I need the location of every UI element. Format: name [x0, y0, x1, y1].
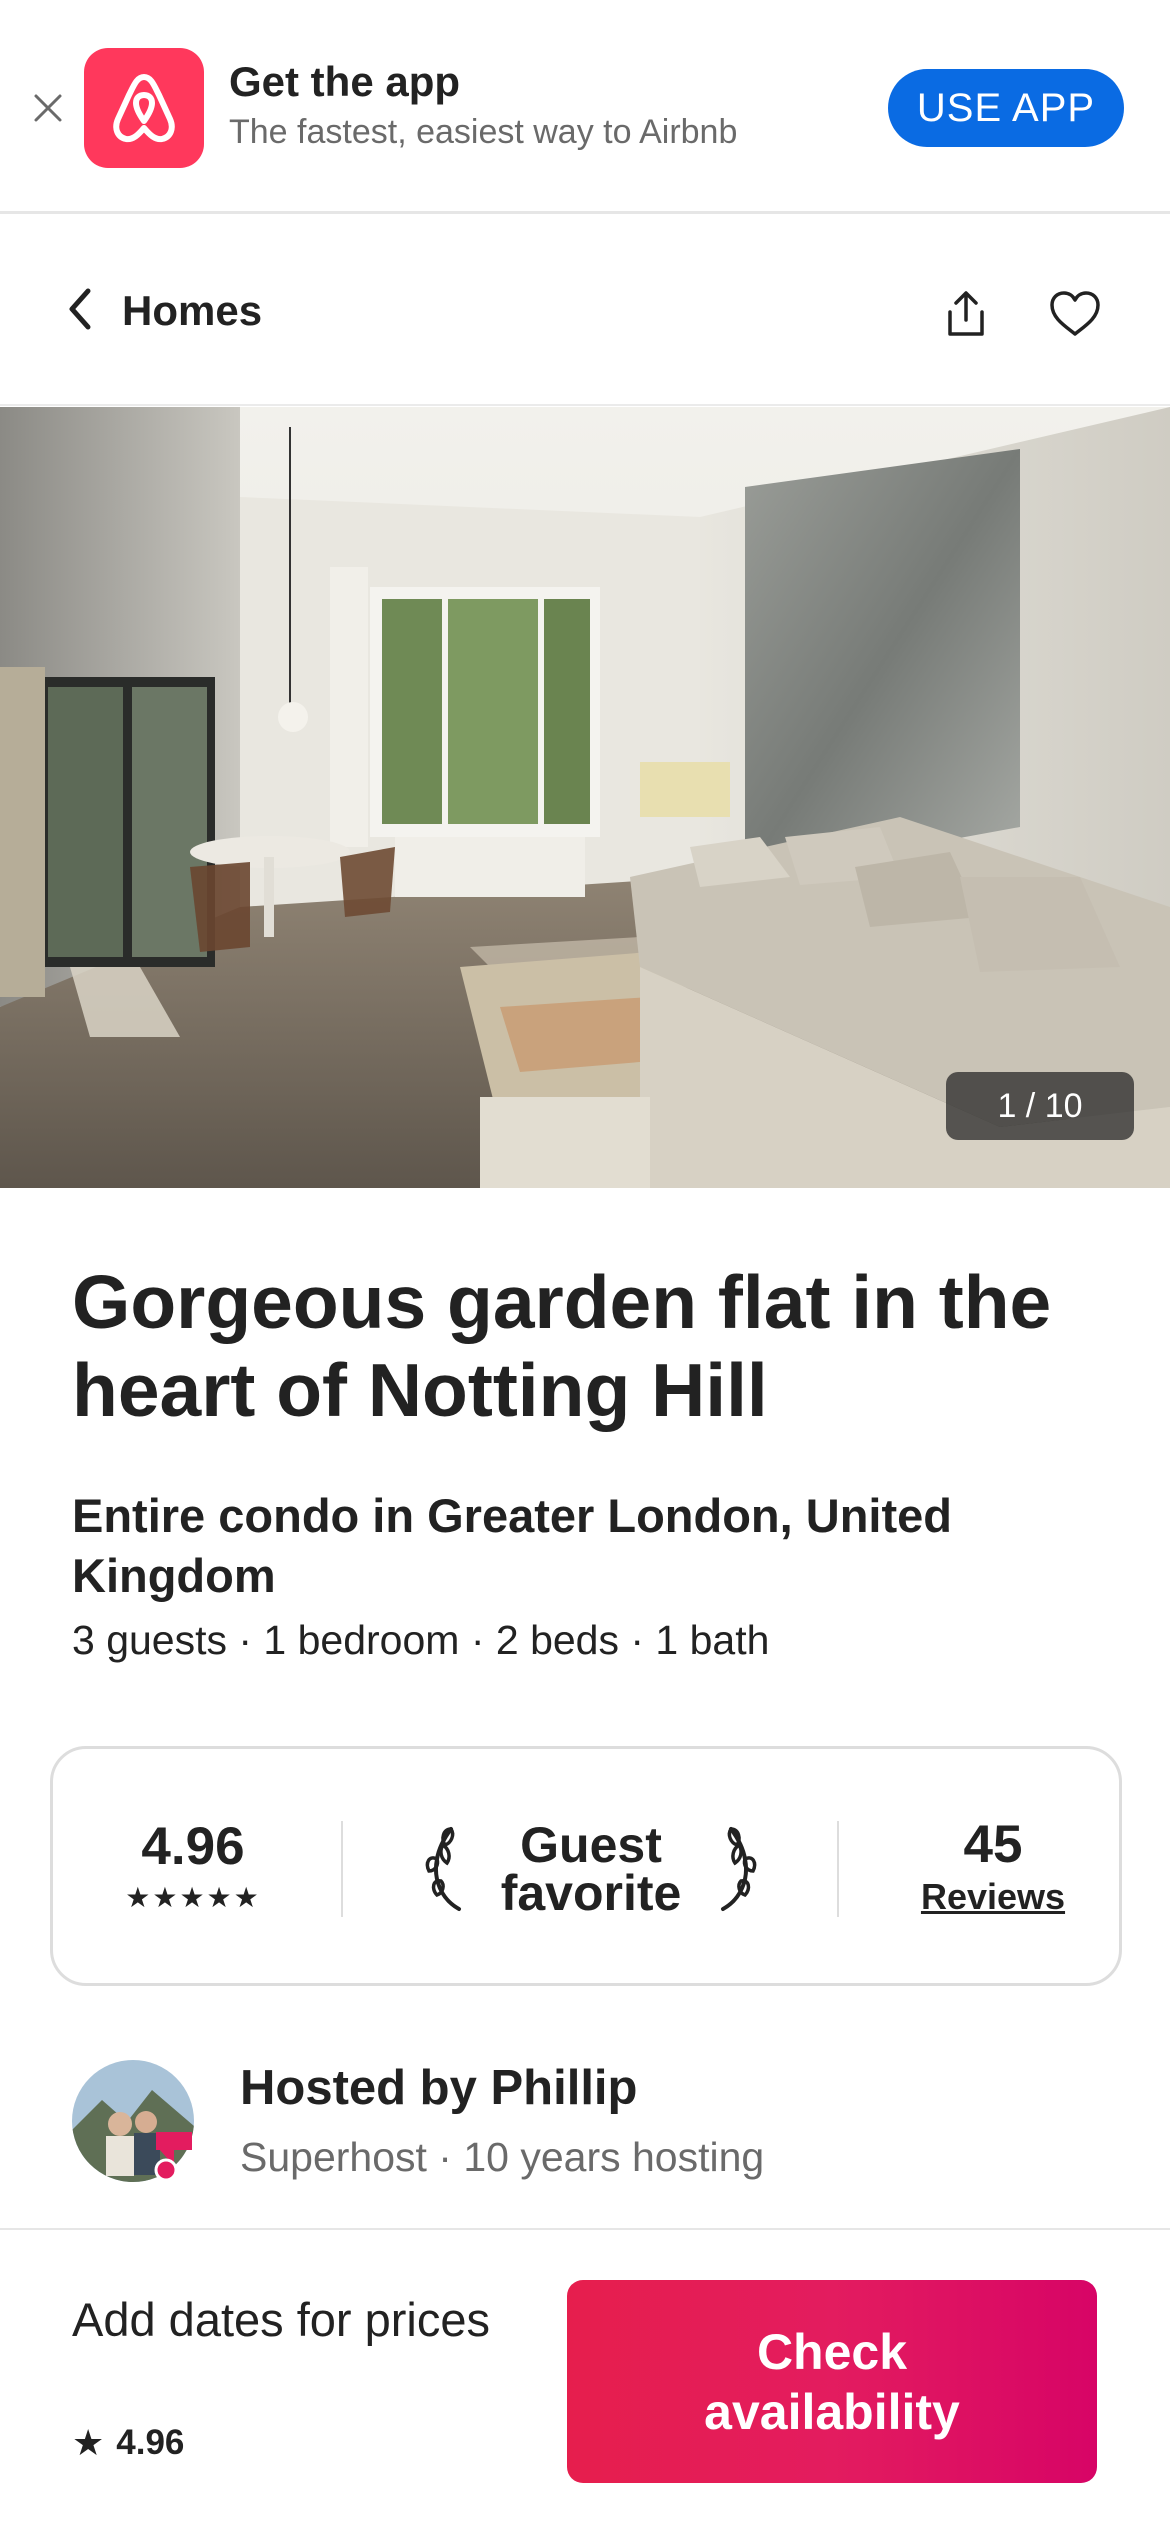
back-label: Homes [122, 287, 263, 334]
app-download-banner: Get the app The fastest, easiest way to … [0, 0, 1170, 214]
reviews-summary[interactable]: 45 Reviews [908, 1815, 1078, 1919]
guest-favorite-label: Guest favorite [500, 1817, 682, 1921]
heart-icon[interactable] [1047, 288, 1103, 340]
footer-rating: ★ 4.96 [72, 2422, 184, 2464]
laurel-left-icon [421, 1819, 473, 1920]
use-app-button[interactable]: USE APP [888, 69, 1124, 147]
photo-counter: 1 / 10 [946, 1072, 1134, 1140]
chevron-left-icon [66, 287, 94, 336]
listing-title: Gorgeous garden flat in the heart of Not… [72, 1260, 1052, 1432]
reviews-count: 45 [963, 1815, 1023, 1874]
listing-type: Entire condo in Greater London, United K… [72, 1489, 952, 1602]
host-name: Hosted by Phillip [240, 2061, 638, 2115]
rating-card[interactable]: 4.96 ★★★★★ Guest favorite 45 Reviews [50, 1746, 1122, 1986]
listing-photo[interactable]: 1 / 10 [0, 407, 1170, 1188]
listing-specs: 3 guests · 1 bedroom · 2 beds · 1 bath [72, 1617, 770, 1663]
rating-summary: 4.96 ★★★★★ [113, 1817, 273, 1913]
banner-subtitle: The fastest, easiest way to Airbnb [229, 113, 738, 151]
guest-favorite-badge: Guest favorite [421, 1809, 761, 1929]
listing-nav-bar: Homes [0, 214, 1170, 406]
close-icon[interactable] [26, 86, 70, 130]
check-availability-label: Check availability [704, 2323, 960, 2440]
check-availability-button[interactable]: Check availability [567, 2280, 1097, 2483]
share-icon[interactable] [940, 288, 992, 340]
host-meta: Superhost · 10 years hosting [240, 2134, 765, 2180]
rating-value: 4.96 [141, 1817, 245, 1876]
divider [341, 1821, 343, 1917]
banner-title: Get the app [229, 58, 461, 105]
divider [837, 1821, 839, 1917]
laurel-right-icon [709, 1819, 761, 1920]
back-button[interactable]: Homes [66, 282, 262, 340]
rating-stars: ★★★★★ [125, 1882, 261, 1913]
star-icon: ★ [72, 2422, 105, 2463]
price-prompt: Add dates for prices [72, 2293, 490, 2346]
booking-footer: Add dates for prices ★ 4.96 Check availa… [0, 2228, 1170, 2532]
superhost-badge-icon [152, 2128, 196, 2184]
reviews-link[interactable]: Reviews [908, 1875, 1078, 1919]
footer-rating-value: 4.96 [116, 2423, 185, 2462]
airbnb-logo-icon [84, 48, 204, 168]
